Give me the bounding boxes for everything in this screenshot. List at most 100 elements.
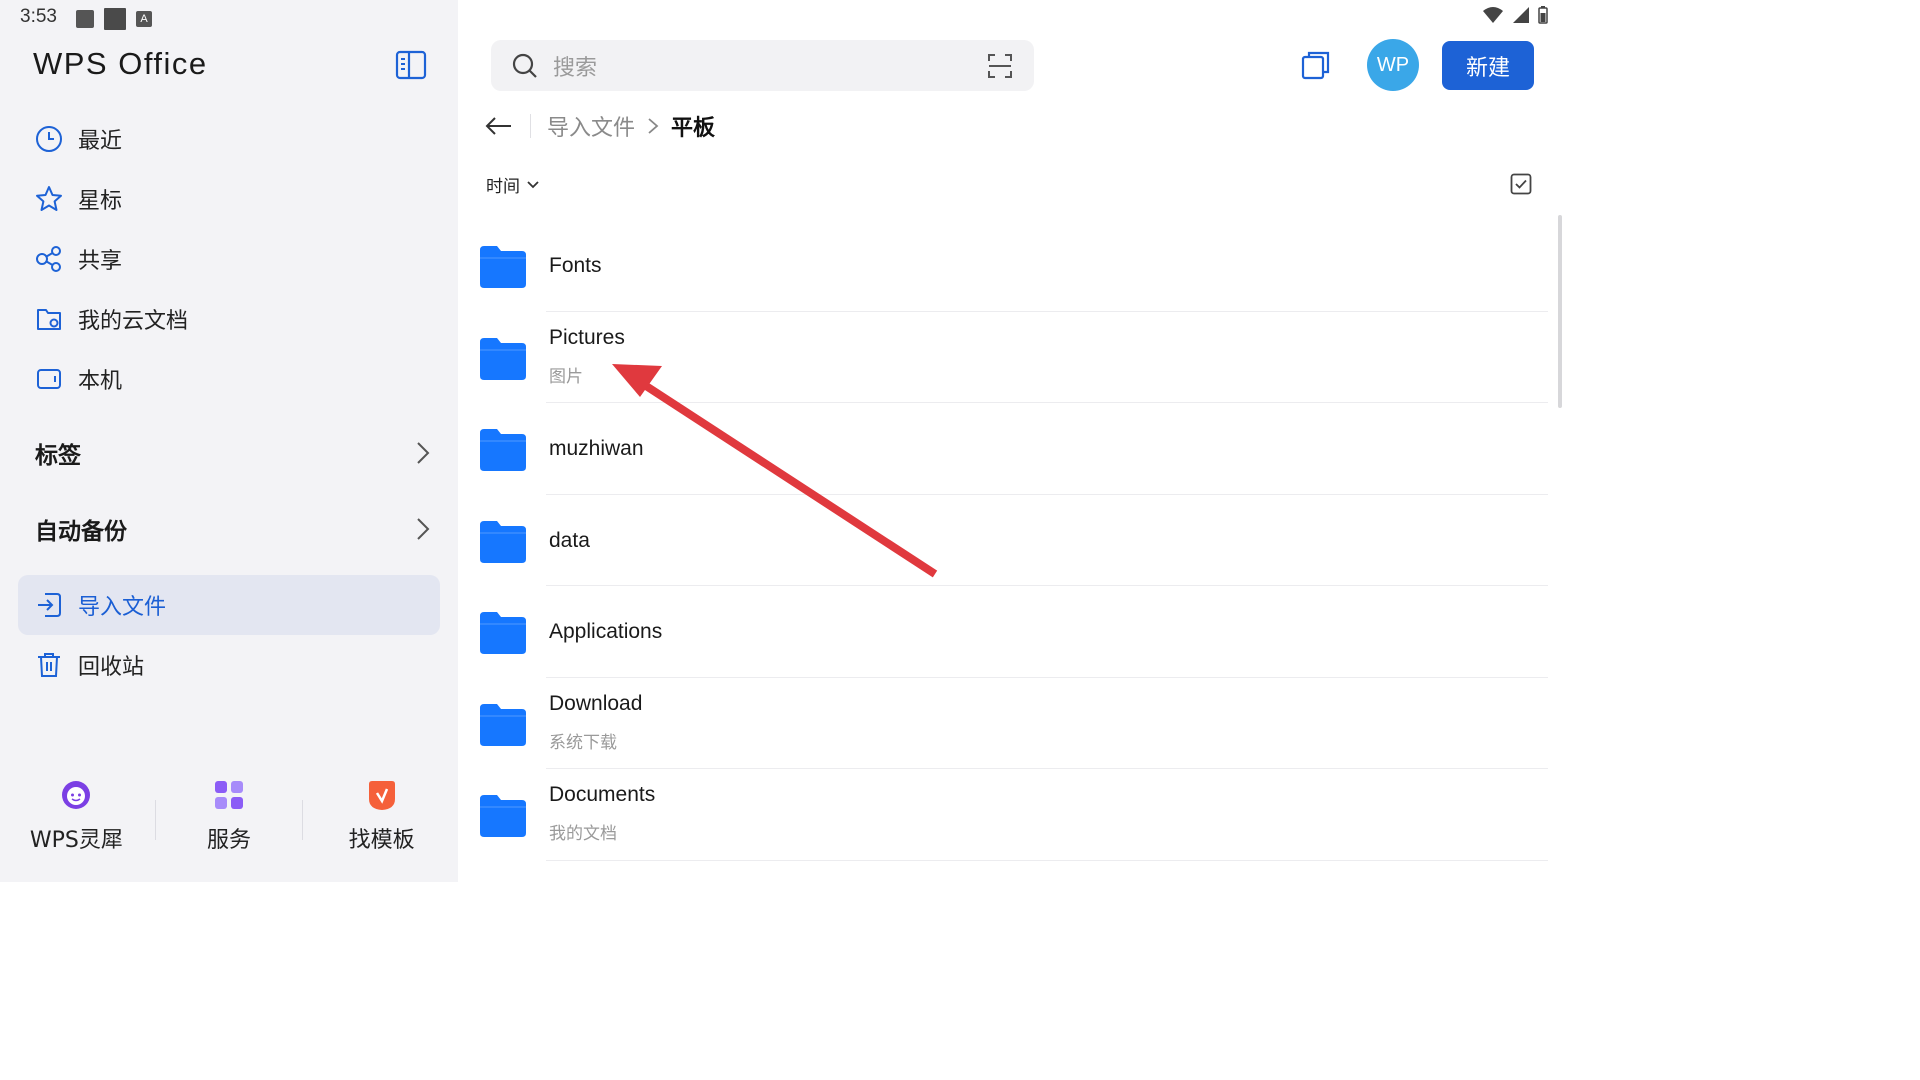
checkbox-icon	[1510, 173, 1532, 195]
file-row[interactable]: muzhiwan	[458, 403, 1548, 495]
file-subtitle: 图片	[549, 366, 583, 387]
folder-icon	[480, 520, 526, 563]
star-icon	[34, 184, 64, 214]
sidebar-item-label: 最近	[78, 129, 123, 154]
row-divider	[546, 859, 1548, 861]
bottom-divider	[302, 800, 303, 840]
chevron-right-icon	[417, 442, 430, 464]
sidebar-item-label: 共享	[78, 249, 123, 274]
bottom-item-services[interactable]: 服务	[153, 770, 306, 870]
sidebar-item-label: 导入文件	[78, 595, 167, 620]
file-subtitle: 系统下载	[549, 732, 617, 753]
arrow-left-icon	[485, 117, 511, 135]
trash-icon	[34, 650, 64, 680]
sidebar-collapse-button[interactable]	[395, 50, 427, 80]
folder-icon	[480, 612, 526, 654]
file-name: Download	[549, 691, 643, 715]
a-notification-icon: A	[136, 11, 152, 27]
file-row[interactable]: Download 系统下载	[458, 678, 1548, 769]
app-logo: WPS Office	[33, 46, 208, 81]
chevron-right-icon	[417, 518, 430, 540]
bottom-item-templates[interactable]: 找模板	[305, 770, 458, 870]
sidebar-item-starred[interactable]: 星标	[18, 169, 440, 229]
bottom-item-label: 服务	[207, 828, 252, 853]
sidebar-bottom-bar: WPS灵犀 服务 找模板	[0, 770, 458, 870]
battery-icon	[1538, 6, 1548, 24]
sidebar-item-label: 回收站	[78, 655, 145, 680]
bottom-divider	[155, 800, 156, 840]
scan-icon[interactable]	[986, 52, 1014, 80]
file-name: Applications	[549, 620, 663, 643]
file-row[interactable]: Applications	[458, 586, 1548, 678]
sidebar-item-recent[interactable]: 最近	[18, 109, 440, 169]
file-row[interactable]: Documents 我的文档	[458, 769, 1548, 861]
cloud-folder-icon	[34, 304, 64, 334]
sidebar-item-import-files[interactable]: 导入文件	[18, 575, 440, 635]
chevron-down-icon	[527, 180, 539, 188]
folder-icon	[480, 795, 526, 837]
bottom-item-lingxi[interactable]: WPS灵犀	[0, 770, 153, 870]
file-name: Fonts	[549, 254, 602, 277]
clock-icon	[34, 124, 64, 154]
sidebar-item-label: 我的云文档	[78, 309, 189, 334]
section-label: 标签	[35, 443, 81, 469]
multi-select-button[interactable]	[1510, 173, 1532, 195]
multi-window-icon	[1301, 51, 1330, 80]
file-row[interactable]: Fonts	[458, 220, 1548, 312]
search-placeholder: 搜索	[553, 55, 598, 81]
sidebar: 3:53 A WPS Office 最近 星标 共享 我的云文档 本机 标签 自…	[0, 0, 458, 882]
breadcrumb-separator	[530, 114, 531, 138]
search-bar[interactable]: 搜索	[491, 40, 1034, 91]
bottom-item-label: WPS灵犀	[29, 828, 123, 853]
folder-icon	[480, 703, 526, 746]
file-subtitle: 我的文档	[549, 824, 617, 844]
file-name: data	[549, 528, 590, 552]
sidebar-section-tags[interactable]: 标签	[35, 433, 430, 473]
status-time: 3:53	[20, 6, 57, 27]
file-name: Documents	[549, 783, 656, 806]
main-content: 搜索 WP 新建 导入文件 平板 时间 Fonts Pictures 图片 muzhi…	[458, 0, 1568, 882]
sidebar-nav-secondary: 导入文件 回收站	[18, 575, 440, 695]
scrollbar[interactable]	[1558, 215, 1562, 408]
status-right-icons	[1482, 6, 1548, 24]
sidebar-item-label: 本机	[78, 369, 123, 394]
file-row[interactable]: Pictures 图片	[458, 312, 1548, 403]
lingxi-icon	[59, 778, 93, 812]
sidebar-item-local[interactable]: 本机	[18, 349, 440, 409]
sort-label: 时间	[486, 177, 520, 197]
back-button[interactable]	[484, 111, 514, 141]
file-name: muzhiwan	[549, 437, 644, 460]
multi-window-button[interactable]	[1300, 49, 1332, 81]
import-icon	[34, 590, 64, 620]
folder-icon	[480, 337, 526, 380]
template-icon	[365, 778, 399, 812]
sidebar-item-label: 星标	[78, 189, 123, 214]
wifi-icon	[1483, 7, 1503, 23]
breadcrumb-parent[interactable]: 导入文件	[547, 110, 635, 142]
sidebar-item-shared[interactable]: 共享	[18, 229, 440, 289]
file-name: Pictures	[549, 325, 625, 349]
bottom-item-label: 找模板	[348, 828, 415, 853]
image-notification-icon	[76, 10, 94, 28]
device-icon	[34, 364, 64, 394]
share-icon	[34, 244, 64, 274]
square-notification-icon	[104, 8, 126, 30]
search-icon	[512, 53, 537, 78]
sort-dropdown[interactable]: 时间	[486, 172, 540, 197]
file-list: Fonts Pictures 图片 muzhiwan data Applications D…	[458, 220, 1548, 861]
status-icons: A	[76, 8, 152, 30]
sidebar-item-trash[interactable]: 回收站	[18, 635, 440, 695]
new-button[interactable]: 新建	[1442, 41, 1534, 90]
breadcrumb: 导入文件 平板	[484, 108, 715, 144]
avatar[interactable]: WP	[1367, 39, 1419, 91]
chevron-right-icon	[648, 118, 659, 134]
apps-grid-icon	[212, 778, 246, 812]
sidebar-item-cloud-docs[interactable]: 我的云文档	[18, 289, 440, 349]
file-row[interactable]: data	[458, 495, 1548, 586]
sidebar-nav: 最近 星标 共享 我的云文档 本机	[18, 109, 440, 409]
folder-icon	[480, 246, 526, 288]
section-label: 自动备份	[35, 519, 127, 545]
sidebar-section-auto-backup[interactable]: 自动备份	[35, 509, 430, 549]
sidebar-toggle-icon	[395, 50, 427, 80]
folder-icon	[480, 429, 526, 471]
